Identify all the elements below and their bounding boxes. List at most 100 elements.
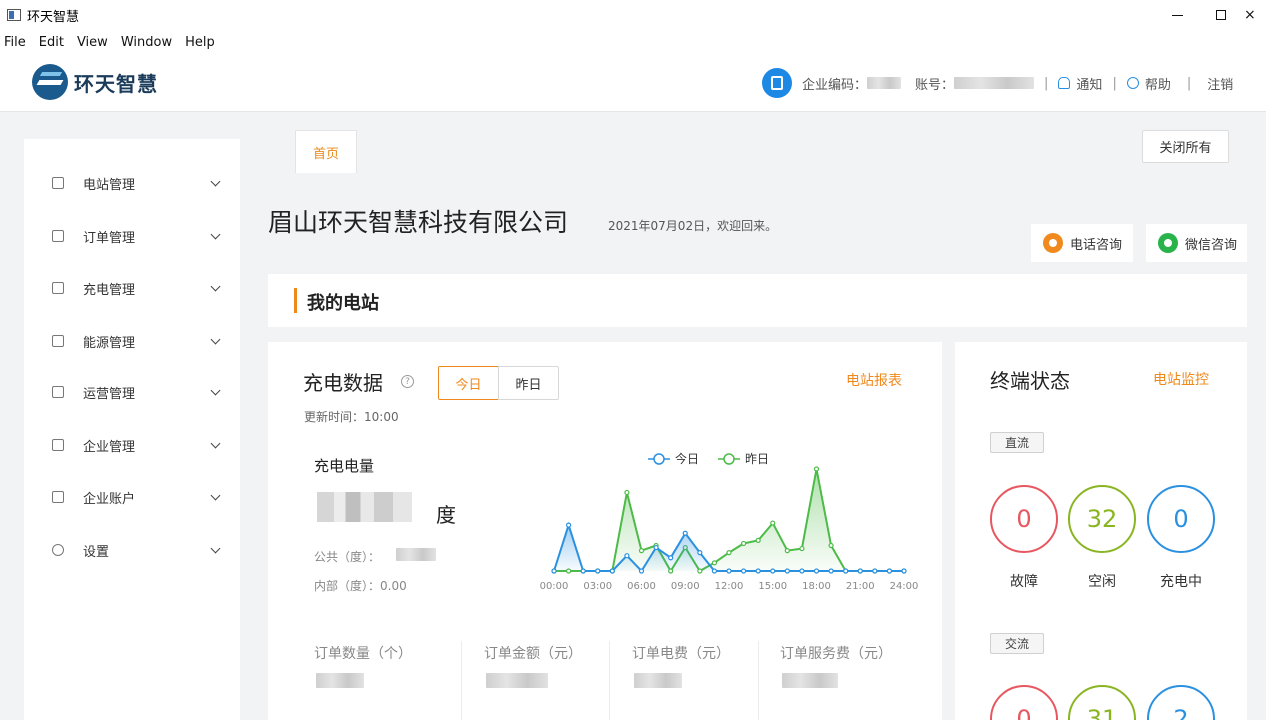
menu-help[interactable]: Help bbox=[185, 35, 215, 50]
series-area-1 bbox=[554, 469, 904, 571]
minimize-button[interactable] bbox=[1154, 0, 1200, 30]
kwh-value-redacted bbox=[317, 492, 412, 522]
enterprise-avatar-icon bbox=[762, 68, 792, 98]
data-point bbox=[901, 568, 907, 574]
x-tick-label: 21:00 bbox=[846, 581, 875, 592]
header-separator: | bbox=[1044, 75, 1049, 91]
x-tick-label: 15:00 bbox=[758, 581, 787, 592]
data-point bbox=[682, 530, 688, 536]
legend-label: 昨日 bbox=[745, 452, 769, 466]
menu-window[interactable]: Window bbox=[121, 35, 172, 50]
enterprise-icon bbox=[52, 439, 64, 451]
menu-bar: File Edit View Window Help bbox=[0, 30, 1266, 54]
data-point bbox=[711, 560, 718, 566]
minimize-icon bbox=[1171, 14, 1183, 16]
wechat-consult-button[interactable]: 微信咨询 bbox=[1146, 224, 1247, 262]
maximize-icon bbox=[1216, 10, 1226, 20]
kwh-unit: 度 bbox=[436, 503, 456, 527]
fault-label: 故障 bbox=[1010, 574, 1038, 590]
stat-label: 订单服务费（元） bbox=[780, 646, 892, 662]
maximize-button[interactable] bbox=[1198, 0, 1244, 30]
data-point bbox=[668, 555, 674, 561]
charging-data-title: 充电数据 bbox=[303, 371, 383, 395]
data-point bbox=[799, 545, 805, 552]
sidebar-item-charging[interactable]: 充电管理 bbox=[24, 273, 240, 303]
terminal-status-card: 终端状态 电站监控 直流 0 32 0 故障 空闲 充电中 交流 0 31 2 bbox=[955, 342, 1247, 720]
tab-home[interactable]: 首页 bbox=[295, 130, 357, 173]
bell-icon bbox=[1058, 77, 1071, 89]
close-window-button[interactable]: × bbox=[1244, 0, 1266, 30]
data-point bbox=[784, 568, 790, 574]
sidebar-item-orders[interactable]: 订单管理 bbox=[24, 221, 240, 251]
header-separator: | bbox=[1186, 75, 1192, 91]
energy-icon bbox=[52, 335, 64, 347]
data-point bbox=[551, 568, 557, 574]
data-point bbox=[828, 568, 834, 574]
help-link[interactable]: 帮助 bbox=[1145, 74, 1171, 93]
charging-label: 充电中 bbox=[1160, 574, 1202, 590]
data-point bbox=[740, 568, 747, 574]
charging-chart-svg: 00:00 03:00 06:00 09:00 12:00 15:00 18:00 21:00… bbox=[540, 451, 918, 592]
menu-edit[interactable]: Edit bbox=[39, 35, 64, 50]
updated-time: 更新时间：10:00 bbox=[304, 410, 399, 424]
tab-yesterday[interactable]: 昨日 bbox=[498, 366, 559, 400]
sidebar-item-energy[interactable]: 能源管理 bbox=[24, 326, 240, 356]
company-name: 眉山环天智慧科技有限公司 bbox=[268, 208, 569, 237]
dc-tag: 直流 bbox=[990, 432, 1044, 453]
close-all-button[interactable]: 关闭所有 bbox=[1142, 130, 1229, 163]
station-report-link[interactable]: 电站报表 bbox=[846, 370, 902, 390]
station-monitor-link[interactable]: 电站监控 bbox=[1153, 369, 1209, 389]
stat-value-redacted bbox=[782, 673, 838, 688]
window-title: 环天智慧 bbox=[27, 9, 80, 25]
ac-idle-count[interactable]: 31 bbox=[1068, 685, 1136, 720]
dc-idle-count[interactable]: 32 bbox=[1068, 485, 1136, 553]
dc-charging-count[interactable]: 0 bbox=[1147, 485, 1215, 553]
gear-icon bbox=[52, 544, 64, 556]
station-icon bbox=[52, 177, 64, 189]
data-point bbox=[872, 568, 878, 574]
ac-tag: 交流 bbox=[990, 633, 1044, 654]
sidebar-item-account[interactable]: 企业账户 bbox=[24, 482, 240, 512]
charging-chart: 00:00 03:00 06:00 09:00 12:00 15:00 18:00 21:00… bbox=[538, 447, 918, 597]
data-point bbox=[740, 540, 747, 547]
data-point bbox=[595, 568, 601, 574]
phone-consult-button[interactable]: 电话咨询 bbox=[1031, 224, 1133, 262]
sidebar-item-enterprise[interactable]: 企业管理 bbox=[24, 430, 240, 460]
sidebar-item-settings[interactable]: 设置 bbox=[24, 535, 240, 565]
stat-divider bbox=[461, 641, 462, 720]
logo[interactable]: 环天智慧 bbox=[32, 64, 158, 100]
data-point bbox=[697, 550, 703, 556]
sidebar-item-operations[interactable]: 运营管理 bbox=[24, 377, 240, 407]
my-stations-section: 我的电站 bbox=[268, 274, 1247, 327]
dc-fault-count[interactable]: 0 bbox=[990, 485, 1058, 553]
stat-label: 订单金额（元） bbox=[484, 646, 582, 662]
logo-text: 环天智慧 bbox=[74, 71, 158, 96]
account-label: 账号： bbox=[915, 77, 955, 93]
order-stats: 订单数量（个） 订单金额（元） 订单电费（元） 订单服务费（元） bbox=[268, 627, 942, 720]
chevron-down-icon bbox=[210, 438, 221, 448]
section-title: 我的电站 bbox=[307, 293, 379, 314]
data-point bbox=[726, 550, 732, 556]
chevron-down-icon bbox=[210, 385, 221, 395]
app-header: 环天智慧 企业编码： 账号： | 通知 | 帮助 | 注销 bbox=[0, 54, 1266, 112]
sidebar-item-label: 运营管理 bbox=[83, 386, 136, 402]
x-tick-label: 09:00 bbox=[671, 581, 700, 592]
sidebar-item-station[interactable]: 电站管理 bbox=[24, 168, 240, 198]
tab-today[interactable]: 今日 bbox=[438, 366, 499, 400]
kwh-label: 充电电量 bbox=[314, 457, 375, 475]
question-icon[interactable]: ? bbox=[401, 375, 414, 388]
logout-link[interactable]: 注销 bbox=[1207, 74, 1233, 93]
notify-link[interactable]: 通知 bbox=[1076, 74, 1102, 93]
menu-file[interactable]: File bbox=[4, 35, 26, 50]
sidebar-item-label: 设置 bbox=[83, 544, 110, 560]
data-point bbox=[857, 568, 863, 574]
phone-consult-label: 电话咨询 bbox=[1070, 237, 1123, 253]
internal-kwh-label: 内部（度）：0.00 bbox=[314, 579, 407, 593]
menu-view[interactable]: View bbox=[77, 35, 108, 50]
data-point bbox=[813, 466, 820, 472]
ac-charging-count[interactable]: 2 bbox=[1147, 685, 1215, 720]
data-point bbox=[624, 489, 630, 496]
sidebar-item-label: 充电管理 bbox=[83, 282, 136, 298]
ac-fault-count[interactable]: 0 bbox=[990, 685, 1058, 720]
stat-value-redacted bbox=[486, 673, 548, 688]
